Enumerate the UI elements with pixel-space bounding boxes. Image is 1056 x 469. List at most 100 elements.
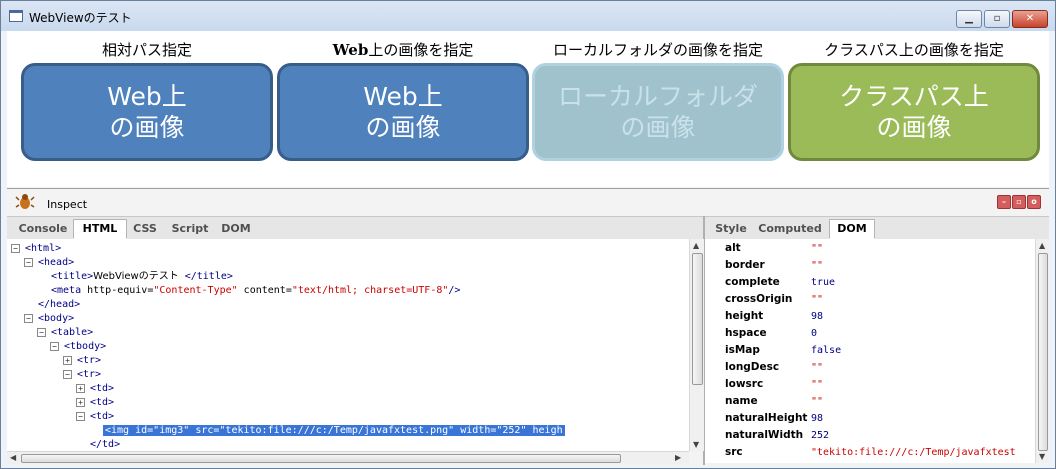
scroll-thumb[interactable] bbox=[1038, 253, 1048, 451]
maximize-button[interactable]: ▫ bbox=[984, 10, 1010, 28]
close-button[interactable]: ✕ bbox=[1012, 10, 1048, 28]
tab-html[interactable]: HTML bbox=[73, 219, 127, 239]
tree-node[interactable]: − <head> bbox=[24, 256, 74, 270]
scroll-up-icon[interactable]: ▲ bbox=[693, 241, 699, 250]
property-row[interactable]: border "" bbox=[705, 257, 1035, 274]
application-window: WebViewのテスト ▁ ▫ ✕ 相対パス指定 Web上 の画像 Web上の画… bbox=[0, 0, 1056, 469]
panel-close-button[interactable]: o bbox=[1027, 195, 1041, 209]
tree-token: <meta bbox=[51, 285, 88, 296]
restore-icon: ▫ bbox=[1016, 197, 1022, 206]
tree-node[interactable]: <title>WebViewのテスト </title> bbox=[37, 270, 233, 284]
tree-node[interactable]: + <td> bbox=[76, 382, 114, 396]
tab-console[interactable]: Console bbox=[15, 220, 71, 238]
tree-token: heigh bbox=[526, 425, 563, 436]
tree-token: <td> bbox=[90, 383, 115, 394]
property-value: "" bbox=[811, 396, 824, 407]
property-row[interactable]: alt "" bbox=[705, 240, 1035, 257]
property-row[interactable]: naturalWidth 252 bbox=[705, 427, 1035, 444]
scroll-up-icon[interactable]: ▲ bbox=[1039, 241, 1045, 250]
property-row[interactable]: longDesc "" bbox=[705, 359, 1035, 376]
minimize-button[interactable]: ▁ bbox=[956, 10, 982, 28]
tree-token: "Content-Type" bbox=[153, 285, 238, 296]
column-label: Web上の画像を指定 bbox=[332, 41, 474, 59]
collapse-icon[interactable]: − bbox=[24, 313, 33, 323]
property-row[interactable]: complete true bbox=[705, 274, 1035, 291]
tab-dom-properties[interactable]: DOM bbox=[829, 219, 875, 239]
tab-script[interactable]: Script bbox=[167, 220, 213, 238]
tree-node[interactable]: − <tr> bbox=[63, 368, 101, 382]
image-tile[interactable]: ローカルフォルダ の画像 bbox=[532, 63, 784, 161]
collapse-icon[interactable]: − bbox=[24, 257, 33, 267]
property-name: lowsrc bbox=[725, 378, 764, 390]
tree-node[interactable]: − <table> bbox=[37, 326, 93, 340]
tree-node[interactable]: + <tr> bbox=[63, 354, 101, 368]
tab-dom[interactable]: DOM bbox=[217, 220, 255, 238]
collapse-icon[interactable]: − bbox=[76, 411, 85, 421]
property-row[interactable]: name "" bbox=[705, 393, 1035, 410]
property-name: complete bbox=[725, 276, 780, 288]
property-value: "" bbox=[811, 294, 824, 305]
html-horizontal-scrollbar[interactable]: ◀ ▶ bbox=[7, 451, 689, 464]
tree-node[interactable]: </td> bbox=[76, 438, 120, 451]
property-name: hspace bbox=[725, 327, 767, 339]
dom-properties-pane[interactable]: alt "" border "" complete true crossOrigin "" he… bbox=[705, 239, 1035, 463]
tree-node[interactable]: − <td> bbox=[76, 410, 114, 424]
tree-token: WebViewのテスト bbox=[93, 271, 179, 282]
tab-computed[interactable]: Computed bbox=[755, 220, 825, 238]
tree-node[interactable]: <meta http-equiv="Content-Type" content=… bbox=[37, 284, 460, 298]
html-tree-pane[interactable]: − <html> − <head> <title>WebViewのテスト </title… bbox=[7, 239, 689, 451]
tree-node[interactable]: </head> bbox=[24, 298, 80, 312]
collapse-icon[interactable]: − bbox=[37, 327, 46, 337]
tree-node[interactable]: − <tbody> bbox=[50, 340, 106, 354]
property-value: false bbox=[811, 345, 842, 356]
window-title: WebViewのテスト bbox=[29, 11, 132, 25]
tab-style[interactable]: Style bbox=[711, 220, 751, 238]
collapse-icon[interactable]: − bbox=[11, 243, 20, 253]
close-icon: o bbox=[1031, 197, 1037, 206]
property-row[interactable]: src "tekito:file:///c:/Temp/javafxtest bbox=[705, 444, 1035, 461]
expand-icon[interactable]: + bbox=[76, 383, 85, 393]
property-row[interactable]: lowsrc "" bbox=[705, 376, 1035, 393]
tree-node[interactable]: + <td> bbox=[76, 396, 114, 410]
scroll-left-icon[interactable]: ◀ bbox=[10, 453, 16, 462]
tree-node[interactable]: − <body> bbox=[24, 312, 74, 326]
tree-node-selected[interactable]: <img id="img3" src="tekito:file:///c:/Te… bbox=[89, 424, 565, 438]
property-value: 252 bbox=[811, 430, 830, 441]
tree-token: width= bbox=[454, 425, 497, 436]
panel-restore-button[interactable]: ▫ bbox=[1012, 195, 1026, 209]
scroll-right-icon[interactable]: ▶ bbox=[675, 453, 681, 462]
column-label: 相対パス指定 bbox=[101, 41, 192, 59]
html-vertical-scrollbar[interactable]: ▲ ▼ bbox=[689, 239, 704, 451]
column-label-suffix: 上の画像を指定 bbox=[368, 41, 474, 59]
collapse-icon[interactable]: − bbox=[50, 341, 59, 351]
tree-node[interactable]: − <html> bbox=[11, 242, 61, 256]
collapse-icon[interactable]: − bbox=[63, 369, 72, 379]
scroll-thumb[interactable] bbox=[21, 454, 621, 463]
expand-icon[interactable]: + bbox=[63, 355, 72, 365]
property-row[interactable]: naturalHeight 98 bbox=[705, 410, 1035, 427]
expand-icon[interactable]: + bbox=[76, 397, 85, 407]
property-row[interactable]: crossOrigin "" bbox=[705, 291, 1035, 308]
image-tile[interactable]: Web上 の画像 bbox=[21, 63, 273, 161]
minimize-icon: – bbox=[1002, 197, 1006, 206]
scroll-thumb[interactable] bbox=[692, 253, 703, 385]
image-tile[interactable]: Web上 の画像 bbox=[277, 63, 529, 161]
property-row[interactable]: height 98 bbox=[705, 308, 1035, 325]
property-name: isMap bbox=[725, 344, 760, 356]
property-value: "" bbox=[811, 260, 824, 271]
tree-token: <html> bbox=[25, 243, 62, 254]
property-row[interactable]: isMap false bbox=[705, 342, 1035, 359]
property-name: name bbox=[725, 395, 758, 407]
property-row[interactable]: hspace 0 bbox=[705, 325, 1035, 342]
tree-token: </td> bbox=[90, 439, 121, 450]
tab-css[interactable]: CSS bbox=[127, 220, 163, 238]
properties-vertical-scrollbar[interactable]: ▲ ▼ bbox=[1035, 239, 1049, 463]
scroll-down-icon[interactable]: ▼ bbox=[1039, 452, 1045, 461]
panel-minimize-button[interactable]: – bbox=[997, 195, 1011, 209]
tree-token: <td> bbox=[90, 397, 115, 408]
image-tile[interactable]: クラスパス上 の画像 bbox=[788, 63, 1040, 161]
property-value: 98 bbox=[811, 413, 824, 424]
tree-token: "img3" bbox=[153, 425, 190, 436]
title-bar[interactable]: WebViewのテスト ▁ ▫ ✕ bbox=[1, 1, 1055, 31]
scroll-down-icon[interactable]: ▼ bbox=[693, 440, 699, 449]
